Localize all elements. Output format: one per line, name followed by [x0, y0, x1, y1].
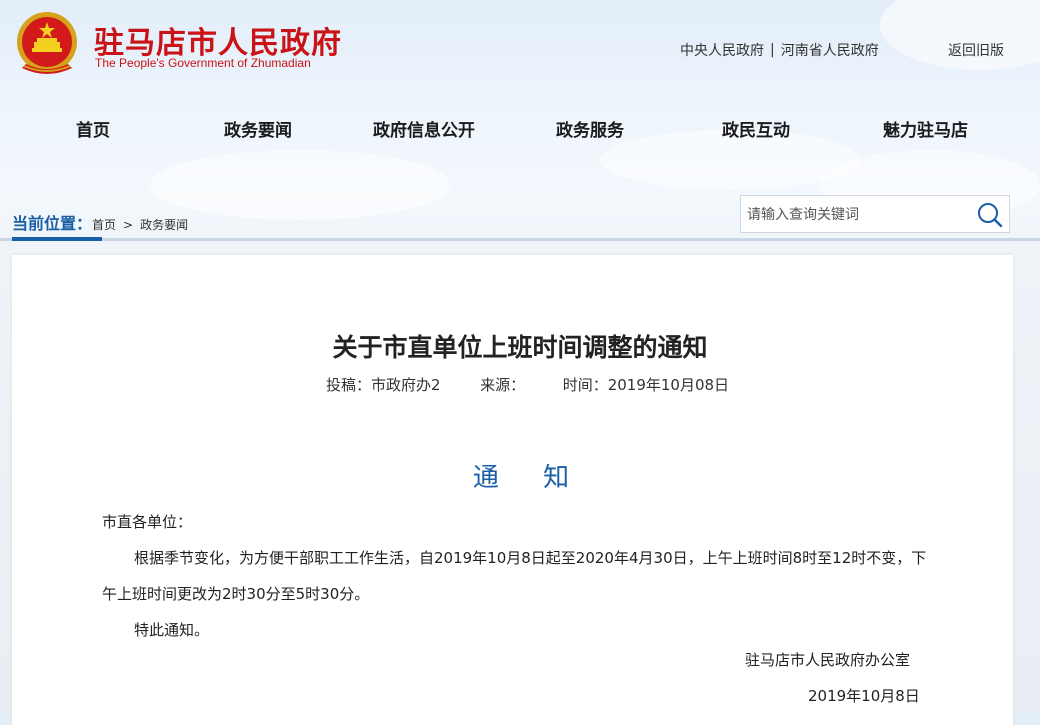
- top-links: 中央人民政府 | 河南省人民政府: [680, 40, 879, 60]
- nav-item-home[interactable]: 首页: [76, 116, 110, 141]
- main-nav: 首页 政务要闻 政府信息公开 政务服务 政民互动 魅力驻马店: [0, 116, 1040, 142]
- link-henan-government[interactable]: 河南省人民政府: [781, 40, 879, 60]
- breadcrumb-label: 当前位置：: [12, 214, 93, 233]
- nav-item-services[interactable]: 政务服务: [556, 116, 624, 141]
- national-emblem-icon: [12, 8, 82, 80]
- link-central-government[interactable]: 中央人民政府: [680, 40, 764, 60]
- divider: |: [770, 42, 775, 58]
- article-time: 时间：2019年10月08日: [562, 376, 730, 394]
- search-input[interactable]: [745, 204, 969, 226]
- nav-item-news[interactable]: 政务要闻: [224, 116, 292, 141]
- breadcrumb-news[interactable]: 政务要闻: [140, 216, 188, 233]
- article-author: 投稿：市政府办2: [326, 376, 441, 394]
- site-subtitle: The People's Government of Zhumadian: [95, 56, 311, 70]
- article-closing: 特此通知。: [134, 621, 210, 639]
- breadcrumb-separator: >: [123, 218, 134, 232]
- search-box: [740, 195, 1010, 233]
- back-to-old-version-link[interactable]: 返回旧版: [948, 40, 1004, 60]
- notice-heading: 通 知: [472, 463, 588, 493]
- article-title: 关于市直单位上班时间调整的通知: [332, 333, 708, 362]
- article-date: 2019年10月8日: [808, 687, 920, 705]
- search-button[interactable]: [975, 200, 1005, 230]
- breadcrumb: 当前位置： 首页 > 政务要闻: [12, 210, 188, 234]
- breadcrumb-home[interactable]: 首页: [92, 216, 116, 233]
- article-paragraph: 根据季节变化，为方便干部职工工作生活，自2019年10月8日起至2020年4月3…: [102, 549, 927, 603]
- breadcrumb-divider: [0, 238, 1040, 241]
- article-source: 来源：: [480, 376, 526, 394]
- article-meta: 投稿：市政府办2 来源： 时间：2019年10月08日: [326, 374, 729, 395]
- breadcrumb-accent: [12, 237, 102, 241]
- nav-item-charm-zhumadian[interactable]: 魅力驻马店: [883, 116, 968, 141]
- nav-item-interaction[interactable]: 政民互动: [722, 116, 790, 141]
- article-signature: 驻马店市人民政府办公室: [745, 651, 911, 669]
- search-icon: [978, 203, 1003, 228]
- nav-item-info-disclosure[interactable]: 政府信息公开: [373, 116, 475, 141]
- article-salutation: 市直各单位：: [102, 513, 193, 531]
